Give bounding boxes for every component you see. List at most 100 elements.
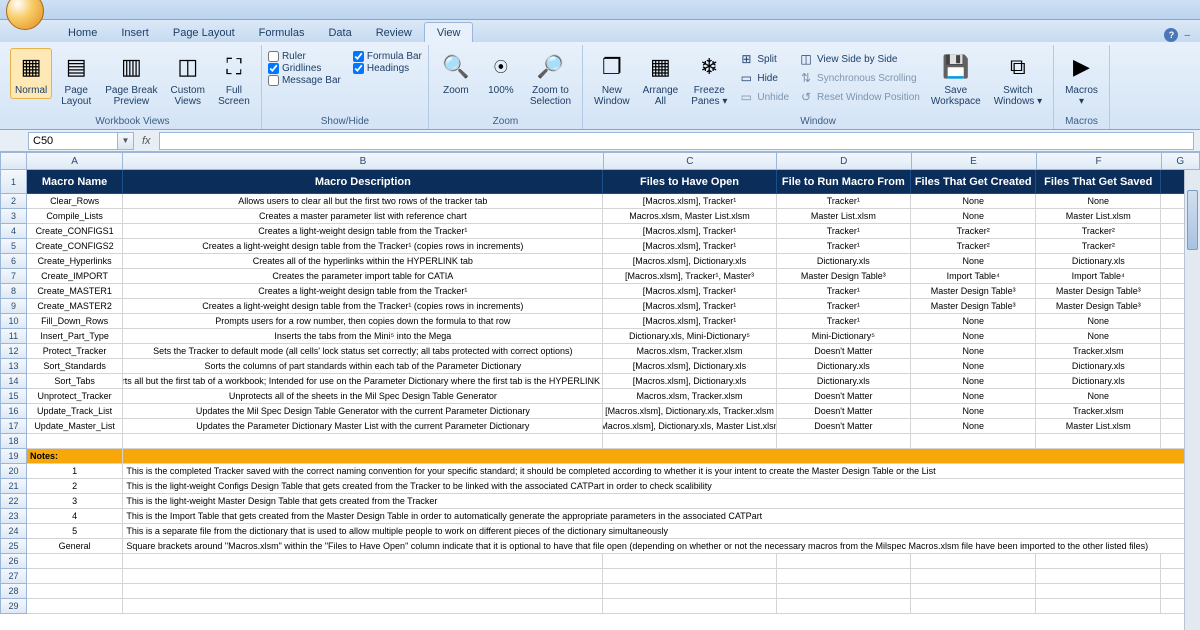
- row-header[interactable]: 17: [0, 419, 27, 434]
- row-header[interactable]: 25: [0, 539, 27, 554]
- row-header[interactable]: 23: [0, 509, 27, 524]
- cell[interactable]: Inserts the tabs from the Mini⁵ into the…: [123, 329, 603, 344]
- col-header-g[interactable]: G: [1162, 152, 1200, 170]
- cell[interactable]: This is a separate file from the diction…: [123, 524, 1200, 539]
- row-header[interactable]: 14: [0, 374, 27, 389]
- cell[interactable]: [Macros.xlsm], Dictionary.xls: [603, 359, 776, 374]
- zoom-selection-button[interactable]: 🔎Zoom to Selection: [525, 48, 576, 110]
- row-header[interactable]: 1: [0, 170, 27, 194]
- cell[interactable]: [777, 569, 912, 584]
- gridlines-checkbox[interactable]: Gridlines: [268, 63, 341, 74]
- col-header-c[interactable]: C: [604, 152, 777, 170]
- cell[interactable]: Updates the Parameter Dictionary Master …: [123, 419, 603, 434]
- row-header[interactable]: 16: [0, 404, 27, 419]
- tab-home[interactable]: Home: [56, 23, 109, 42]
- cell[interactable]: General: [27, 539, 123, 554]
- cell[interactable]: Create_MASTER1: [27, 284, 123, 299]
- cell[interactable]: Macro Name: [27, 170, 123, 194]
- cell[interactable]: Dictionary.xls: [777, 359, 912, 374]
- cell[interactable]: Creates a light-weight design table from…: [123, 284, 603, 299]
- row-header[interactable]: 9: [0, 299, 27, 314]
- row-header[interactable]: 27: [0, 569, 27, 584]
- cell[interactable]: Import Table⁴: [1036, 269, 1161, 284]
- cell[interactable]: Compile_Lists: [27, 209, 123, 224]
- cell[interactable]: [27, 584, 123, 599]
- freeze-panes-button[interactable]: ❄Freeze Panes ▾: [686, 48, 732, 110]
- cell[interactable]: [911, 584, 1036, 599]
- cell[interactable]: Square brackets around "Macros.xlsm" wit…: [123, 539, 1200, 554]
- row-header[interactable]: 3: [0, 209, 27, 224]
- split-button[interactable]: ⊞Split: [735, 50, 792, 68]
- full-screen-button[interactable]: ⛶Full Screen: [213, 48, 255, 110]
- cell[interactable]: Tracker²: [911, 239, 1036, 254]
- tab-insert[interactable]: Insert: [109, 23, 161, 42]
- cell[interactable]: None: [911, 329, 1036, 344]
- tab-page-layout[interactable]: Page Layout: [161, 23, 247, 42]
- cell[interactable]: Create_CONFIGS2: [27, 239, 123, 254]
- cell[interactable]: This is the light-weight Master Design T…: [123, 494, 1200, 509]
- cell[interactable]: Tracker¹: [777, 224, 912, 239]
- row-header[interactable]: 21: [0, 479, 27, 494]
- cell[interactable]: None: [911, 404, 1036, 419]
- cell[interactable]: [Macros.xlsm], Tracker¹: [603, 284, 776, 299]
- cell[interactable]: Updates the Mil Spec Design Table Genera…: [123, 404, 603, 419]
- formula-input[interactable]: [159, 132, 1194, 150]
- cell[interactable]: None: [911, 254, 1036, 269]
- cell[interactable]: [27, 554, 123, 569]
- cell[interactable]: [27, 569, 123, 584]
- cell[interactable]: [911, 434, 1036, 449]
- cell[interactable]: 2: [27, 479, 123, 494]
- cell[interactable]: Tracker²: [1036, 224, 1161, 239]
- unhide-button[interactable]: ▭Unhide: [735, 88, 792, 106]
- cell[interactable]: Master Design Table³: [777, 269, 912, 284]
- cell[interactable]: [777, 599, 912, 614]
- cell[interactable]: 4: [27, 509, 123, 524]
- row-header[interactable]: 7: [0, 269, 27, 284]
- cell[interactable]: Creates all of the hyperlinks within the…: [123, 254, 603, 269]
- cell[interactable]: Insert_Part_Type: [27, 329, 123, 344]
- cell[interactable]: [603, 554, 776, 569]
- custom-views-button[interactable]: ◫Custom Views: [166, 48, 210, 110]
- cell[interactable]: Tracker²: [1036, 239, 1161, 254]
- cell[interactable]: Create_CONFIGS1: [27, 224, 123, 239]
- cell[interactable]: Files That Get Created: [911, 170, 1036, 194]
- cell[interactable]: Fill_Down_Rows: [27, 314, 123, 329]
- cell[interactable]: Tracker¹: [777, 239, 912, 254]
- cell[interactable]: Prompts users for a row number, then cop…: [123, 314, 603, 329]
- headings-checkbox[interactable]: Headings: [353, 63, 422, 74]
- cell[interactable]: [1036, 434, 1161, 449]
- row-header[interactable]: 19: [0, 449, 27, 464]
- name-box-dropdown[interactable]: ▼: [118, 132, 134, 150]
- zoom-button[interactable]: 🔍Zoom: [435, 48, 477, 99]
- row-header[interactable]: 15: [0, 389, 27, 404]
- cell[interactable]: [603, 599, 776, 614]
- cell[interactable]: Tracker²: [911, 224, 1036, 239]
- cell[interactable]: Macros.xlsm, Master List.xlsm: [603, 209, 776, 224]
- cell[interactable]: This is the Import Table that gets creat…: [123, 509, 1200, 524]
- zoom-100-button[interactable]: ⦿100%: [480, 48, 522, 99]
- cell[interactable]: [Macros.xlsm], Dictionary.xls, Tracker.x…: [603, 404, 776, 419]
- tab-review[interactable]: Review: [364, 23, 424, 42]
- cell[interactable]: Dictionary.xls: [777, 254, 912, 269]
- tab-view[interactable]: View: [424, 22, 474, 42]
- cell[interactable]: [1036, 554, 1161, 569]
- cell[interactable]: [911, 599, 1036, 614]
- cell[interactable]: Unprotect_Tracker: [27, 389, 123, 404]
- cell[interactable]: [Macros.xlsm], Dictionary.xls: [603, 374, 776, 389]
- cell[interactable]: Dictionary.xls: [1036, 359, 1161, 374]
- cell[interactable]: 3: [27, 494, 123, 509]
- cell[interactable]: Tracker¹: [777, 194, 912, 209]
- row-header[interactable]: 2: [0, 194, 27, 209]
- cell[interactable]: [777, 554, 912, 569]
- row-header[interactable]: 8: [0, 284, 27, 299]
- formula-bar-checkbox[interactable]: Formula Bar: [353, 51, 422, 62]
- cell[interactable]: Doesn't Matter: [777, 419, 912, 434]
- col-header-a[interactable]: A: [27, 152, 123, 170]
- cell[interactable]: Tracker¹: [777, 284, 912, 299]
- row-header[interactable]: 13: [0, 359, 27, 374]
- help-icon[interactable]: ?: [1164, 28, 1178, 42]
- cell[interactable]: Files to Have Open: [603, 170, 776, 194]
- cell[interactable]: Update_Master_List: [27, 419, 123, 434]
- row-header[interactable]: 18: [0, 434, 27, 449]
- hide-button[interactable]: ▭Hide: [735, 69, 792, 87]
